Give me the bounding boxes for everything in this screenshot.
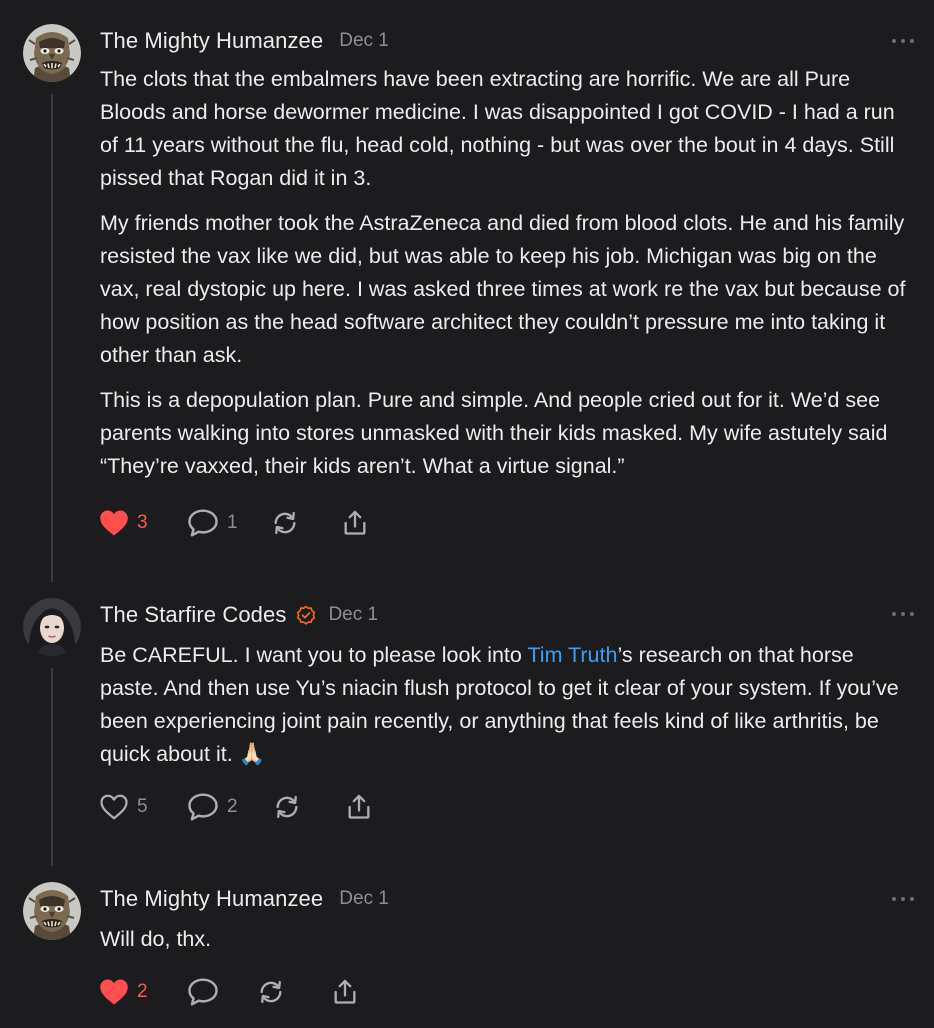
like-button[interactable]: 2: [99, 977, 187, 1007]
comment-thread: The Mighty Humanzee Dec 1 The clots that…: [0, 0, 934, 1028]
comment-date[interactable]: Dec 1: [339, 888, 389, 910]
reply-button[interactable]: [187, 977, 257, 1007]
comment-bubble-icon: [188, 978, 218, 1006]
restack-icon: [260, 980, 282, 1004]
share-icon: [334, 979, 356, 1004]
comment: The Mighty Humanzee Dec 1 Will do, thx. …: [0, 0, 934, 1028]
avatar[interactable]: [23, 882, 81, 940]
comment-paragraph: Will do, thx.: [100, 927, 212, 951]
restack-button[interactable]: [257, 977, 331, 1007]
heart-filled-icon: [100, 979, 128, 1005]
comment-header: The Mighty Humanzee Dec 1: [100, 883, 389, 915]
comment-actions: 2: [99, 977, 371, 1007]
share-button[interactable]: [331, 977, 371, 1007]
like-count: 2: [137, 981, 148, 1002]
more-options-icon[interactable]: [892, 895, 914, 903]
comment-body: Will do, thx.: [100, 923, 918, 968]
author-name[interactable]: The Mighty Humanzee: [100, 886, 323, 912]
masked-figure-avatar-icon: [23, 882, 81, 940]
